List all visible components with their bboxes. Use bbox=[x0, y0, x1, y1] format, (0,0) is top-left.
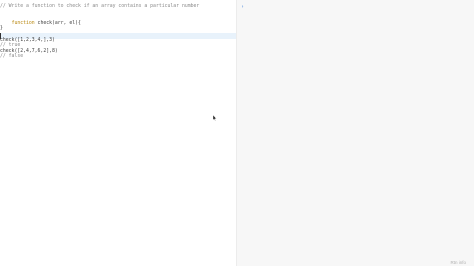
console-panel[interactable]: › bbox=[236, 0, 474, 266]
code-line-result-2[interactable]: // false bbox=[0, 54, 236, 60]
code-line-comment[interactable]: // Write a function to check if an array… bbox=[0, 4, 236, 10]
arrow-pointer-icon bbox=[212, 106, 217, 125]
console-prompt: › bbox=[241, 4, 245, 10]
code-editor[interactable]: // Write a function to check if an array… bbox=[0, 0, 236, 266]
code-line-function[interactable]: function check(arr, el){ bbox=[0, 15, 236, 26]
code-line-close-brace[interactable]: } bbox=[0, 26, 236, 32]
footer-link[interactable]: Rtn info bbox=[450, 260, 466, 266]
